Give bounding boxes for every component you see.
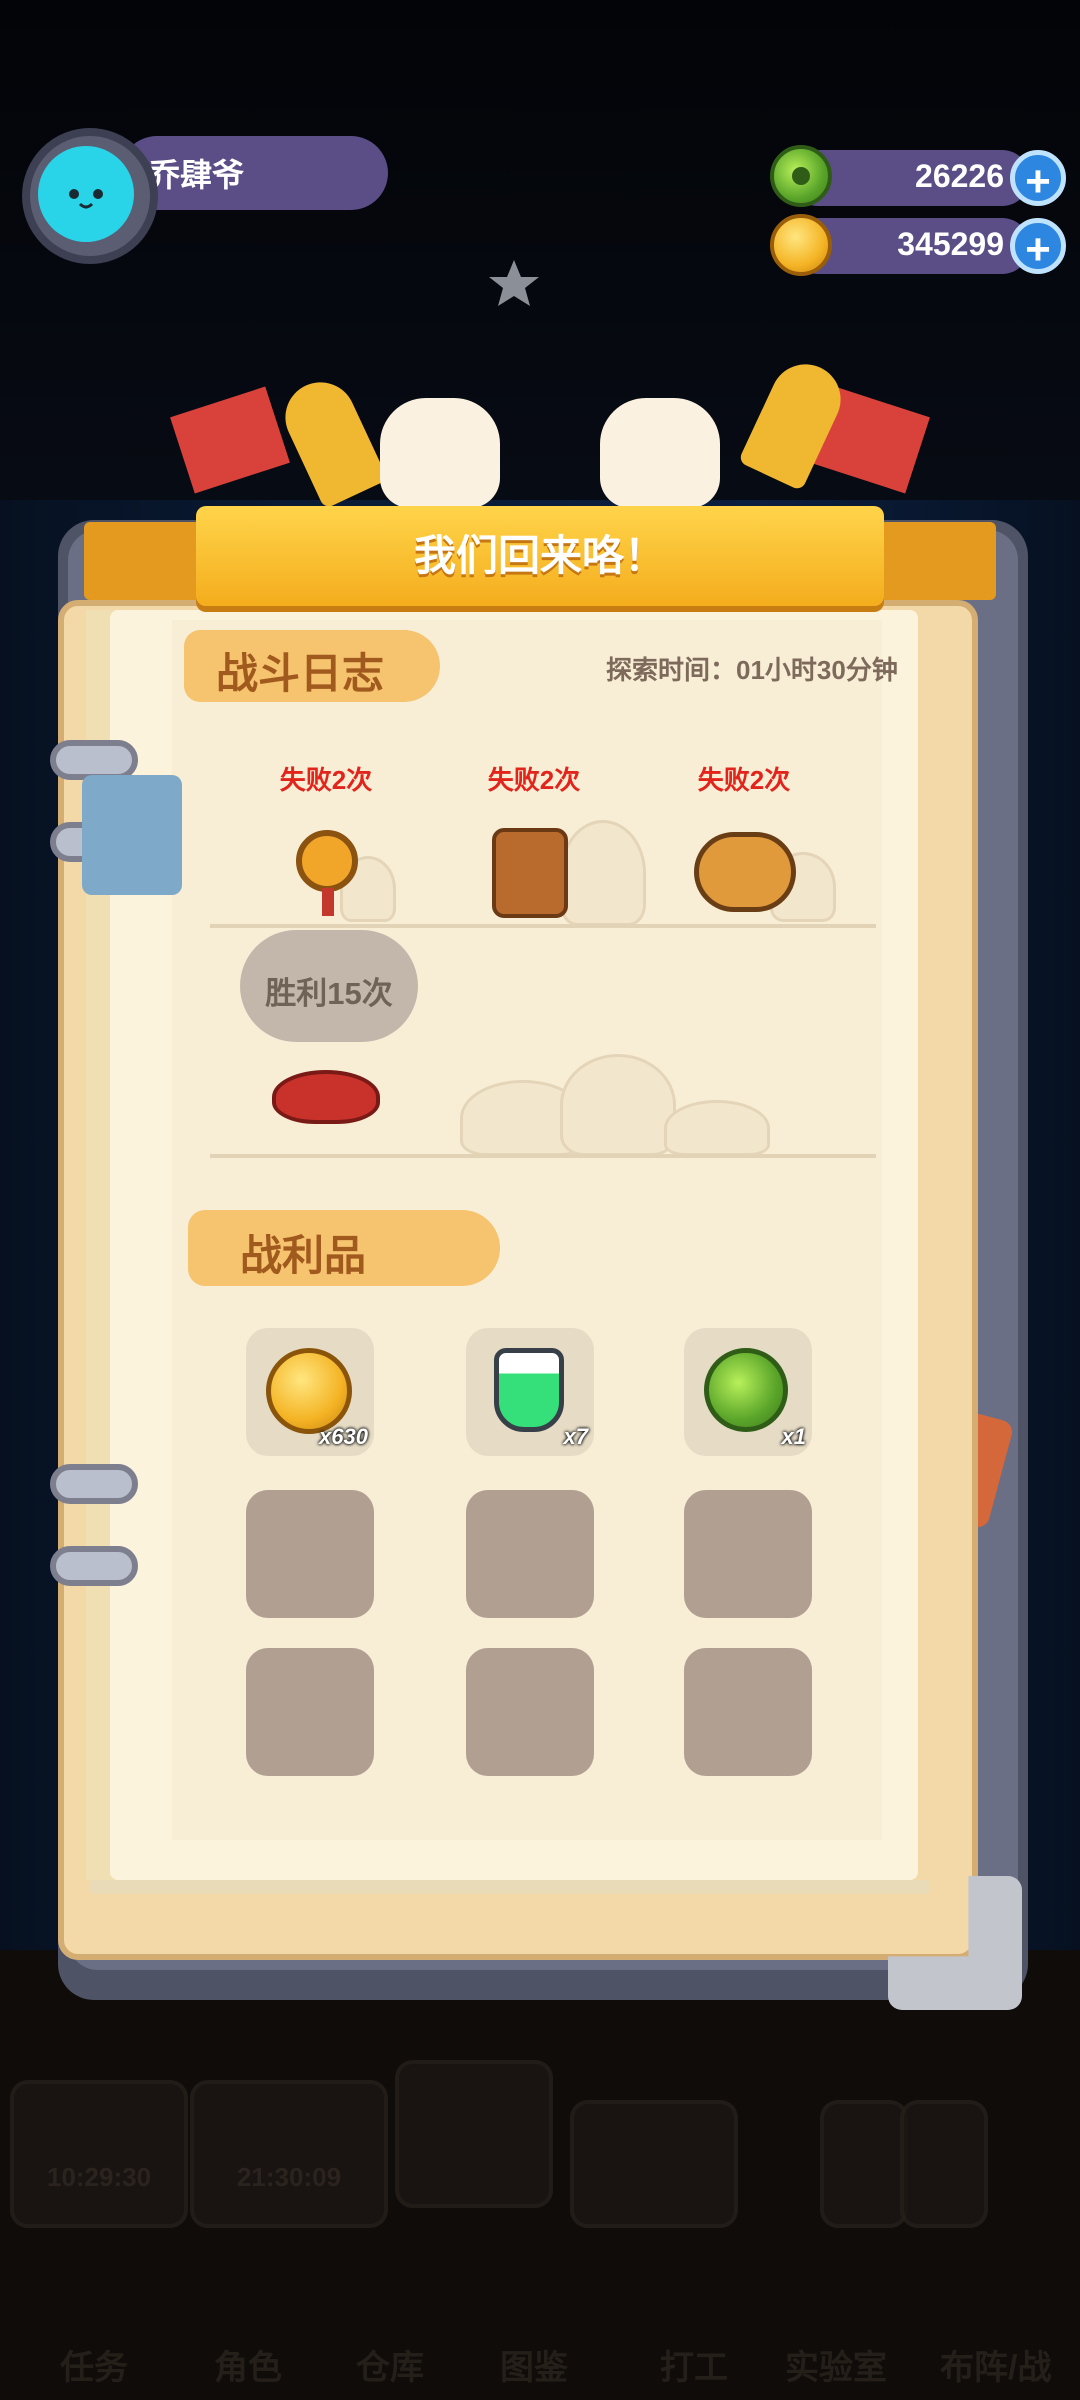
paper-clip-icon xyxy=(82,775,182,895)
red-slime-icon xyxy=(272,1070,380,1124)
loot-slot-empty[interactable] xyxy=(684,1648,812,1776)
star-icon xyxy=(489,260,539,306)
bg-hill xyxy=(560,820,646,926)
binder-ring-3 xyxy=(50,1464,138,1504)
bg-hill xyxy=(664,1100,770,1156)
loot-slot-empty[interactable] xyxy=(246,1490,374,1618)
fail-count-1: 失败2次 xyxy=(279,765,373,795)
player-name: 乔肆爷 xyxy=(148,157,245,193)
fail-count-2: 失败2次 xyxy=(487,765,581,795)
avatar xyxy=(38,146,134,242)
loot-slot-empty[interactable] xyxy=(246,1648,374,1776)
pretzel-monster-icon xyxy=(694,832,796,912)
fail-count-3: 失败2次 xyxy=(697,765,791,795)
green-donut-icon xyxy=(704,1348,788,1432)
key-monster-icon xyxy=(296,830,358,892)
loot-slot-3[interactable]: x1 xyxy=(684,1328,812,1456)
loot-slot-empty[interactable] xyxy=(466,1490,594,1618)
right-cat-mascot-icon xyxy=(600,398,720,508)
green-potion-icon xyxy=(494,1348,564,1432)
green-donut-coin-icon xyxy=(770,145,832,207)
loot-heading: 战利品 xyxy=(240,1232,367,1279)
loot-slot-empty[interactable] xyxy=(466,1648,594,1776)
left-cat-mascot-icon xyxy=(380,398,500,508)
currency-green-value: 26226 xyxy=(915,158,1004,194)
loot-slot-empty[interactable] xyxy=(684,1490,812,1618)
ground-line-1 xyxy=(210,924,876,928)
add-gold-currency-button[interactable]: + xyxy=(1010,218,1066,274)
key-monster-stem xyxy=(322,888,334,916)
victory-count: 胜利15次 xyxy=(265,976,393,1011)
page-bottom-edge xyxy=(90,1880,930,1894)
loot-slot-1[interactable]: x630 xyxy=(246,1328,374,1456)
loot-slot-2[interactable]: x7 xyxy=(466,1328,594,1456)
binder-ring-4 xyxy=(50,1546,138,1586)
loot-qty-3: x1 xyxy=(781,1424,806,1449)
gold-planet-coin-icon xyxy=(770,214,832,276)
ground-line-2 xyxy=(210,1154,876,1158)
box-monster-icon xyxy=(492,828,568,918)
add-green-currency-button[interactable]: + xyxy=(1010,150,1066,206)
loot-qty-2: x7 xyxy=(563,1424,588,1449)
explore-time: 探索时间：01小时30分钟 xyxy=(606,655,898,685)
currency-gold-value: 345299 xyxy=(897,226,1004,262)
battle-log-heading: 战斗日志 xyxy=(216,650,385,697)
bg-hill xyxy=(560,1054,676,1156)
loot-qty-1: x630 xyxy=(319,1424,368,1449)
panel-title: 我们回来咯！ xyxy=(413,532,666,579)
gold-coin-icon xyxy=(266,1348,352,1434)
binder-ring-1 xyxy=(50,740,138,780)
cat-face-icon xyxy=(52,152,120,209)
